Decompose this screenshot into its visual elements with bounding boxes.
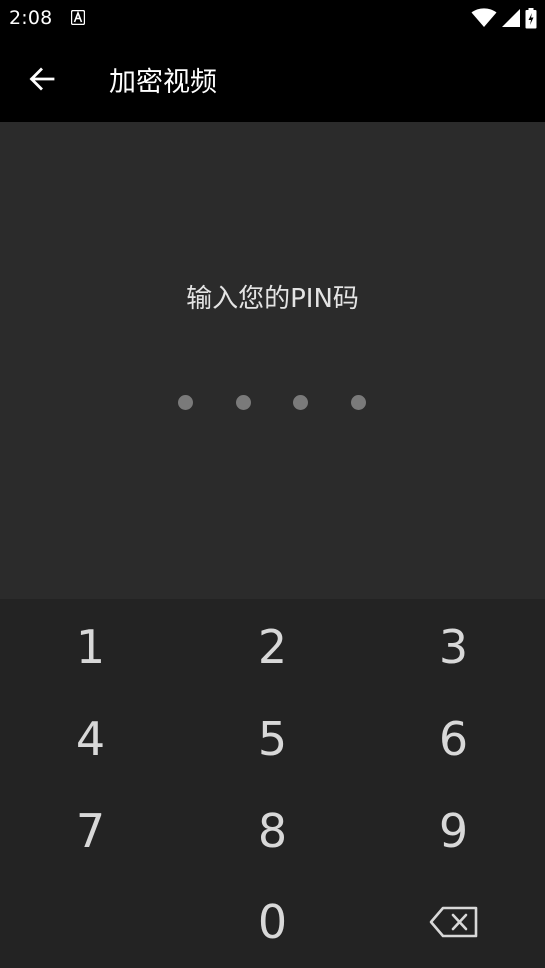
font-a-icon (71, 10, 85, 25)
key-4-label: 4 (75, 712, 106, 766)
pin-dot-2 (236, 395, 251, 410)
cellular-signal-icon (502, 9, 520, 27)
arrow-back-icon (29, 67, 55, 91)
pin-dot-1 (178, 395, 193, 410)
key-4[interactable]: 4 (0, 693, 181, 785)
key-0-label: 0 (257, 895, 288, 949)
key-6-label: 6 (438, 712, 469, 766)
app-bar: 加密视频 (0, 36, 545, 122)
key-8[interactable]: 8 (182, 785, 363, 877)
key-3-label: 3 (438, 620, 469, 674)
key-9[interactable]: 9 (363, 785, 544, 877)
key-1[interactable]: 1 (0, 601, 181, 693)
key-9-label: 9 (438, 804, 469, 858)
key-7-label: 7 (75, 804, 106, 858)
backspace-icon (429, 906, 477, 938)
key-2-label: 2 (257, 620, 288, 674)
status-icons (471, 7, 537, 29)
numeric-keypad: 1 2 3 4 5 6 7 8 9 0 (0, 599, 545, 968)
screen: 2:08 加密视频 输入您的PIN码 1 2 3 4 5 6 7 8 9 0 (0, 0, 545, 968)
status-time: 2:08 (9, 7, 53, 29)
status-bar: 2:08 (0, 0, 545, 36)
key-5[interactable]: 5 (182, 693, 363, 785)
key-2[interactable]: 2 (182, 601, 363, 693)
key-0[interactable]: 0 (182, 876, 363, 968)
pin-dot-3 (293, 395, 308, 410)
key-8-label: 8 (257, 804, 288, 858)
page-title: 加密视频 (109, 67, 217, 98)
pin-prompt: 输入您的PIN码 (186, 284, 359, 314)
wifi-icon (471, 8, 497, 27)
key-5-label: 5 (257, 712, 288, 766)
key-6[interactable]: 6 (363, 693, 544, 785)
battery-charging-icon (525, 7, 537, 28)
back-button[interactable] (18, 56, 66, 102)
backspace-button[interactable] (363, 876, 544, 968)
key-3[interactable]: 3 (363, 601, 544, 693)
pin-entry-area: 输入您的PIN码 (0, 122, 545, 599)
key-1-label: 1 (75, 620, 106, 674)
pin-dots (0, 395, 545, 411)
key-7[interactable]: 7 (0, 785, 181, 877)
pin-dot-4 (351, 395, 366, 410)
